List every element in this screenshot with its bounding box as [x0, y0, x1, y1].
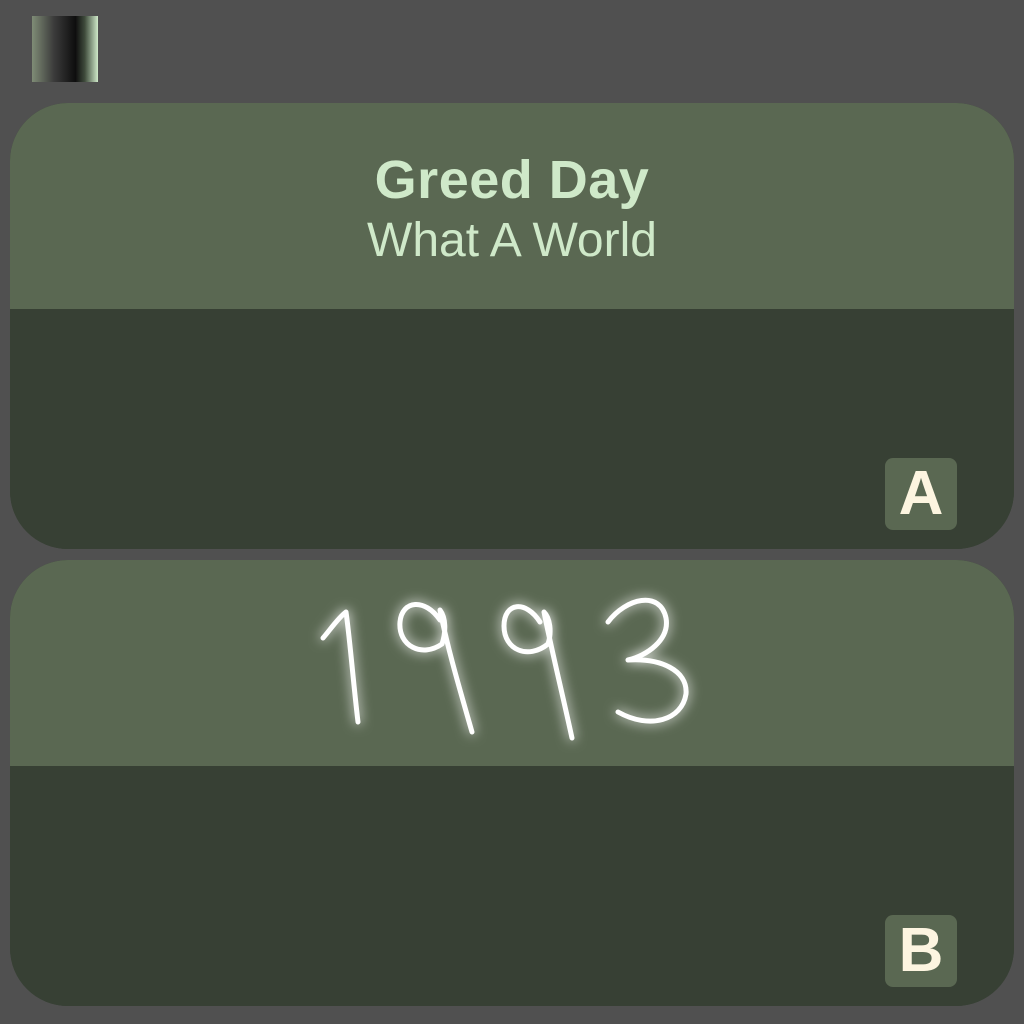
pause-button[interactable]: [32, 16, 98, 82]
pause-icon-right-bar: [76, 16, 98, 82]
app-screen: Greed Day What A World A B: [0, 0, 1024, 1024]
pause-icon: [32, 16, 54, 82]
card-body: B: [10, 766, 1014, 1006]
song-title: What A World: [367, 214, 657, 267]
answer-card-a[interactable]: Greed Day What A World A: [10, 103, 1014, 549]
handwritten-year: [320, 597, 689, 741]
year-strokes: [320, 597, 689, 741]
card-header: [10, 560, 1014, 766]
pause-icon-gap: [54, 16, 76, 82]
choice-badge-a: A: [885, 458, 957, 530]
choice-badge-b: B: [885, 915, 957, 987]
card-body: A: [10, 309, 1014, 549]
card-header: Greed Day What A World: [10, 103, 1014, 309]
answer-card-b[interactable]: B: [10, 560, 1014, 1006]
artist-name: Greed Day: [374, 150, 650, 210]
